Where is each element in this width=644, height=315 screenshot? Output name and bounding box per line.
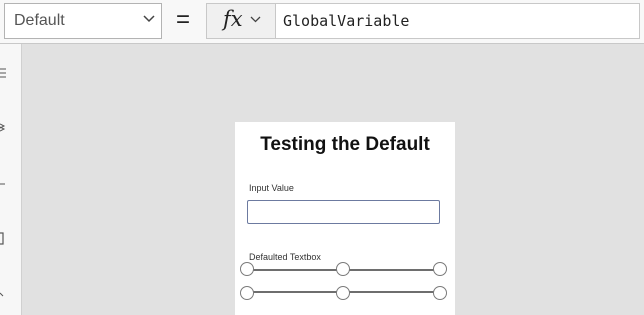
fx-button[interactable]: fx [206, 3, 276, 39]
input-value-label: Input Value [249, 183, 294, 193]
chevron-down-icon [143, 15, 155, 23]
chevron-down-icon [250, 16, 261, 23]
property-dropdown-value: Default [14, 12, 65, 29]
resize-handle-bottom-left[interactable] [240, 286, 254, 300]
app-screen: Testing the Default Input Value Defaulte… [235, 122, 455, 315]
layers-icon[interactable] [0, 122, 8, 134]
hamburger-menu-icon[interactable] [0, 68, 8, 78]
screen-icon[interactable] [0, 232, 8, 246]
defaulted-textbox-label: Defaulted Textbox [249, 252, 321, 262]
minus-icon[interactable] [0, 182, 8, 186]
equals-sign: = [176, 6, 191, 33]
fx-icon: fx [223, 7, 243, 31]
resize-handle-top-right[interactable] [433, 262, 447, 276]
formula-text: GlobalVariable [283, 12, 410, 30]
input-value-field[interactable] [247, 200, 440, 224]
page-title: Testing the Default [260, 134, 430, 155]
formula-input[interactable]: GlobalVariable [275, 3, 640, 39]
property-dropdown[interactable]: Default [4, 3, 162, 39]
left-rail [0, 44, 22, 315]
resize-handle-bottom-right[interactable] [433, 286, 447, 300]
more-icon[interactable] [0, 290, 8, 300]
resize-handle-bottom-center[interactable] [336, 286, 350, 300]
resize-handle-top-center[interactable] [336, 262, 350, 276]
formula-toolbar: Default = fx GlobalVariable [0, 0, 644, 44]
resize-handle-top-left[interactable] [240, 262, 254, 276]
